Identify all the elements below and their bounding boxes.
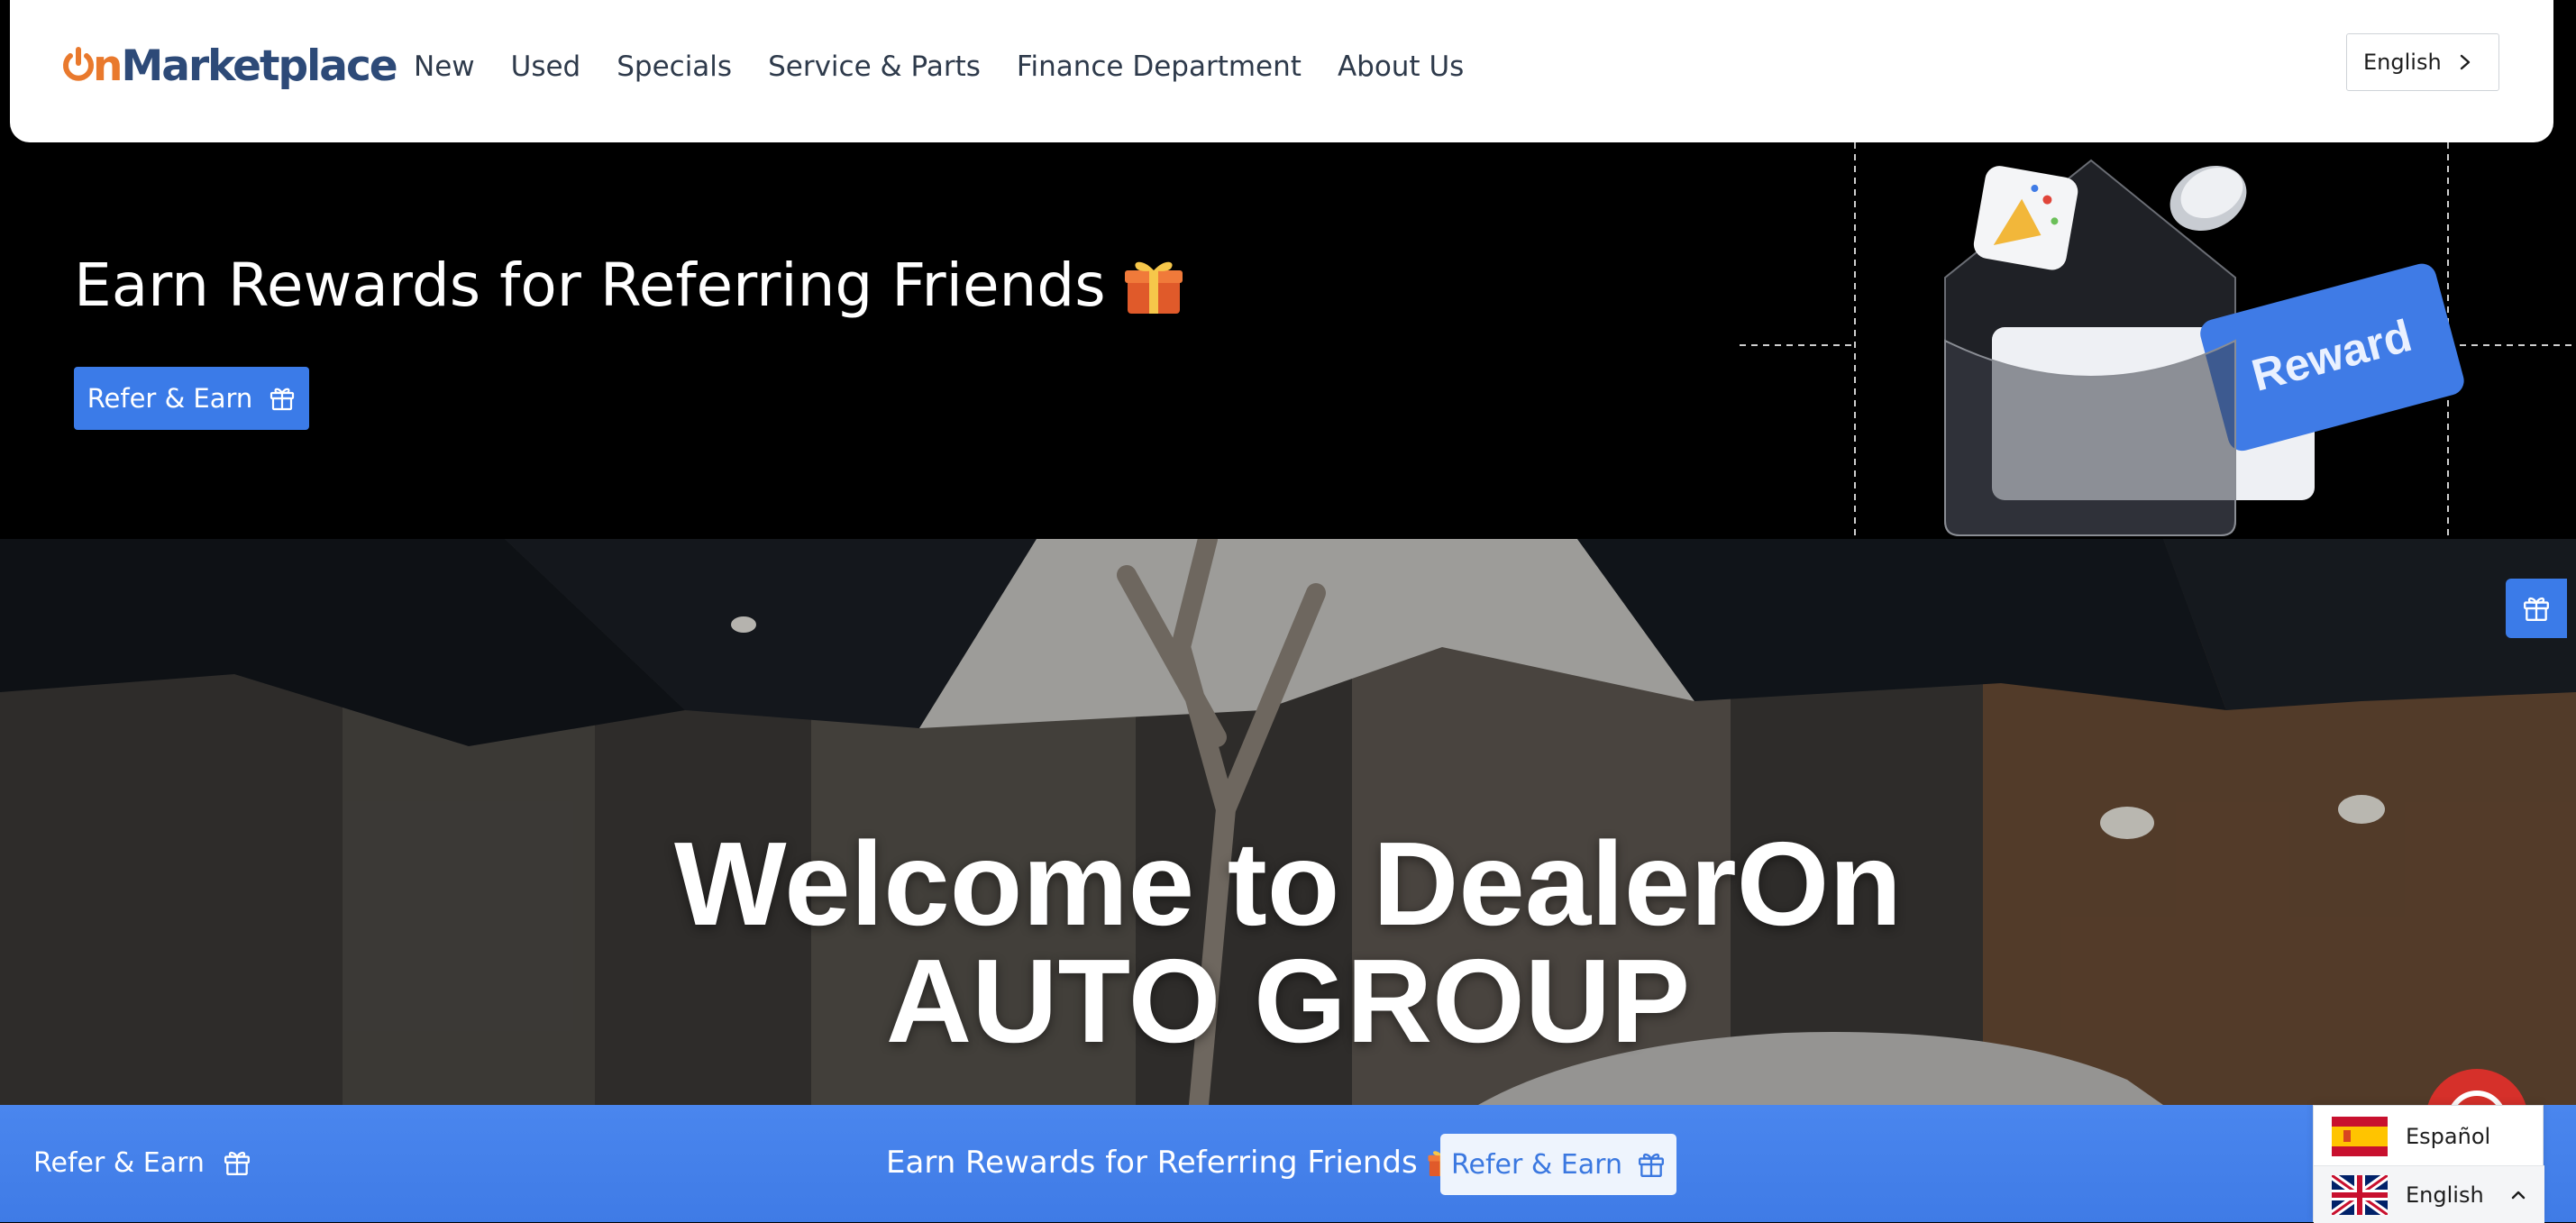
- bottom-refer-earn-button[interactable]: Refer & Earn: [1440, 1134, 1676, 1195]
- hero-title: Welcome to DealerOn AUTO GROUP: [0, 817, 2576, 1067]
- language-dropdown: Español English: [2313, 1105, 2544, 1223]
- nav-service-parts[interactable]: Service & Parts: [768, 40, 981, 94]
- language-option-espanol[interactable]: Español: [2314, 1108, 2544, 1165]
- bottom-refer-earn-link[interactable]: Refer & Earn: [33, 1136, 251, 1190]
- power-icon: [63, 47, 94, 81]
- bottom-promo-text: Earn Rewards for Referring Friends: [886, 1136, 1457, 1190]
- promo-title: Earn Rewards for Referring Friends: [74, 251, 1185, 320]
- chevron-right-icon: [2460, 54, 2470, 70]
- logo-marketplace-part: Marketplace: [121, 41, 397, 91]
- gift-icon: [1124, 261, 1183, 314]
- language-button-label: English: [2363, 50, 2442, 75]
- gift-outline-icon: [1638, 1153, 1664, 1177]
- nav-about-us[interactable]: About Us: [1338, 40, 1464, 94]
- floating-referral-tab[interactable]: [2506, 579, 2567, 638]
- promo-title-text: Earn Rewards for Referring Friends: [74, 251, 1106, 320]
- language-option-label: Español: [2406, 1124, 2491, 1149]
- nav-used[interactable]: Used: [511, 40, 581, 94]
- logo-on-part: On n: [61, 41, 123, 91]
- nav-new[interactable]: New: [414, 40, 475, 94]
- bottom-refer-earn-label: Refer & Earn: [33, 1146, 205, 1179]
- hero-title-line1: Welcome to DealerOn: [674, 817, 1902, 950]
- referral-bottom-bar: Refer & Earn Earn Rewards for Referring …: [0, 1105, 2576, 1222]
- gift-outline-icon: [224, 1151, 250, 1175]
- hero-title-line2: AUTO GROUP: [885, 935, 1691, 1067]
- language-option-label: English: [2406, 1182, 2484, 1208]
- referral-promo-banner: Earn Rewards for Referring Friends Refer…: [0, 142, 2576, 539]
- main-nav: New Used Specials Service & Parts Financ…: [414, 40, 1464, 94]
- site-logo[interactable]: On n Marketplace: [61, 34, 398, 97]
- language-select-button[interactable]: English: [2346, 33, 2499, 91]
- refer-earn-button[interactable]: Refer & Earn: [74, 367, 309, 430]
- uk-flag-icon: [2332, 1174, 2388, 1215]
- gift-outline-icon: [2524, 597, 2549, 621]
- nav-specials[interactable]: Specials: [617, 40, 732, 94]
- bottom-refer-earn-button-label: Refer & Earn: [1451, 1148, 1622, 1181]
- reward-illustration: Reward: [1740, 142, 2576, 539]
- spain-flag-icon: [2332, 1117, 2388, 1156]
- language-option-english[interactable]: English: [2314, 1165, 2544, 1223]
- nav-finance-department[interactable]: Finance Department: [1017, 40, 1302, 94]
- hero-section: Welcome to DealerOn AUTO GROUP: [0, 539, 2576, 1105]
- refer-earn-button-label: Refer & Earn: [87, 383, 253, 414]
- gift-outline-icon: [270, 388, 295, 411]
- bottom-promo-text-label: Earn Rewards for Referring Friends: [886, 1145, 1418, 1181]
- chevron-up-icon[interactable]: [2510, 1189, 2526, 1201]
- site-header: On n Marketplace New Used Specials Servi…: [10, 0, 2553, 142]
